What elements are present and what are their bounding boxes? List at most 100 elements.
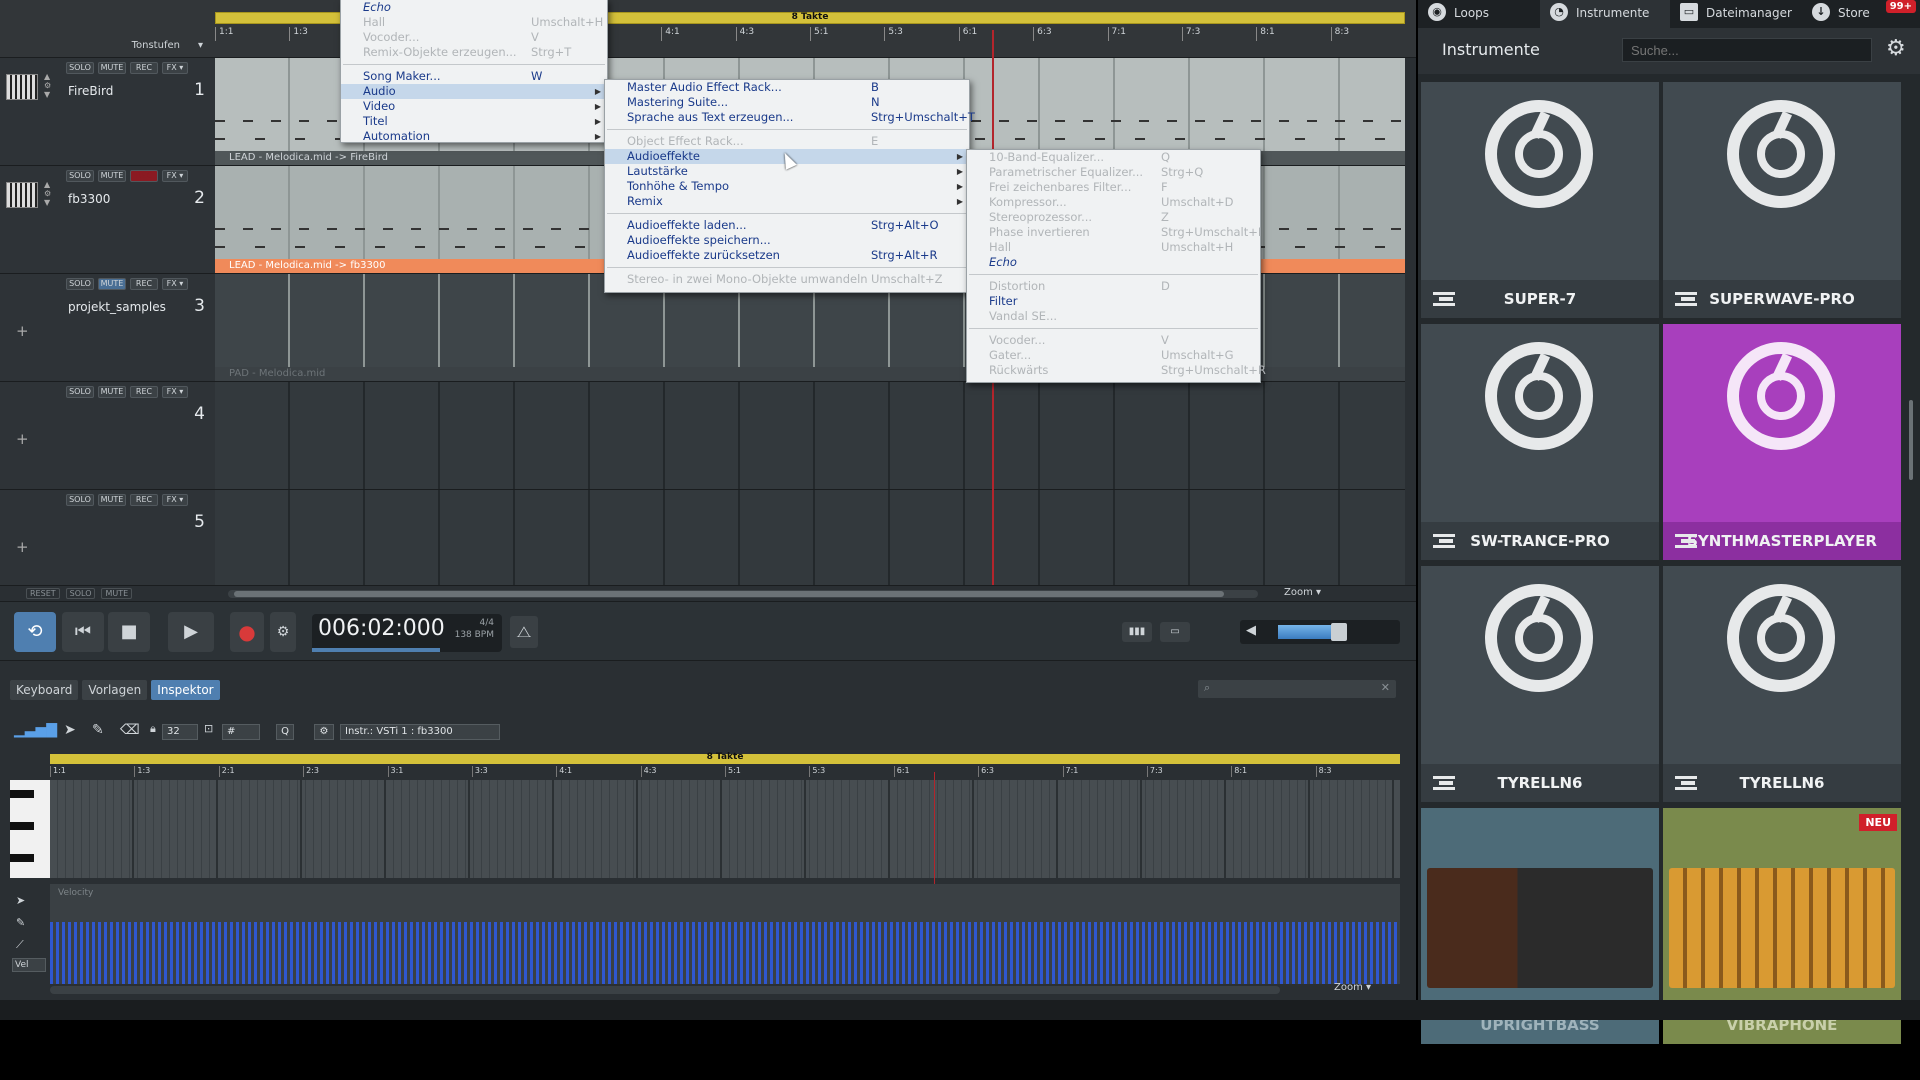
volume-handle[interactable] xyxy=(1330,623,1347,641)
menu-item[interactable]: Titel xyxy=(341,114,607,129)
menu-item[interactable]: Audio xyxy=(341,84,607,99)
editor-loop-range[interactable]: 8 Takte xyxy=(50,752,1400,764)
velocity-lane[interactable]: Velocity xyxy=(50,884,1400,984)
instrument-search-input[interactable] xyxy=(1622,38,1872,62)
rec-button[interactable]: REC xyxy=(130,494,158,506)
menu-item[interactable]: Audioeffekte speichern... xyxy=(605,233,969,248)
mute-button[interactable]: MUTE xyxy=(98,386,126,398)
instrument-tile[interactable]: SW-TRANCE-PRO xyxy=(1421,324,1659,560)
transport-settings-button[interactable]: ⚙ xyxy=(270,612,296,652)
instrument-tile[interactable]: SUPER-7 xyxy=(1421,82,1659,318)
gear-icon[interactable]: ⚙ xyxy=(1886,36,1906,61)
view-mixer-button[interactable]: ▮▮▮ xyxy=(1122,622,1152,642)
add-icon[interactable]: + xyxy=(16,538,29,556)
menu-item[interactable]: Master Audio Effect Rack... B xyxy=(605,80,969,95)
editor-settings-button[interactable]: ⚙ xyxy=(314,724,334,740)
controller-select[interactable]: Vel xyxy=(12,958,46,972)
tab-inspektor[interactable]: Inspektor xyxy=(151,680,220,700)
solo-button[interactable]: SOLO xyxy=(66,62,94,74)
tab-vorlagen[interactable]: Vorlagen xyxy=(82,680,148,700)
tonstufen-select[interactable]: Tonstufen xyxy=(0,36,215,56)
metronome-button[interactable]: ⧍ xyxy=(510,616,538,648)
tab-store[interactable]: ↓ Store xyxy=(1802,0,1892,28)
track-options-icon[interactable]: ▲ ⚙ ▼ xyxy=(44,72,51,99)
eraser-tool-icon[interactable]: ⌫ xyxy=(120,722,140,738)
fx-button[interactable]: FX ▾ xyxy=(162,170,188,182)
menu-item[interactable]: Echo xyxy=(967,255,1260,270)
mute-button[interactable]: MUTE xyxy=(98,170,126,182)
tab-loops[interactable]: ◉ Loops xyxy=(1418,0,1540,28)
instrument-tile[interactable]: TYRELLN6 xyxy=(1663,566,1901,802)
rec-button[interactable]: REC xyxy=(130,62,158,74)
waveform-icon[interactable]: ▁▃▅▇ xyxy=(14,722,57,738)
clear-icon[interactable]: ✕ xyxy=(1381,681,1390,694)
tab-keyboard[interactable]: Keyboard xyxy=(10,680,79,700)
view-keyboard-button[interactable]: ▭ xyxy=(1160,622,1190,642)
menu-item[interactable]: Remix xyxy=(605,194,969,209)
instrument-tile[interactable]: TYRELLN6 xyxy=(1421,566,1659,802)
pointer-icon[interactable]: ➤ xyxy=(16,890,25,912)
mute-button[interactable]: MUTE xyxy=(98,62,126,74)
velocity-bars[interactable] xyxy=(50,922,1400,984)
mute-all-button[interactable]: MUTE xyxy=(101,588,133,599)
menu-item[interactable]: Automation xyxy=(341,129,607,144)
rec-button[interactable]: REC xyxy=(130,278,158,290)
pencil-icon[interactable]: ✎ xyxy=(16,912,25,934)
solo-button[interactable]: SOLO xyxy=(66,170,94,182)
menu-item[interactable]: Tonhöhe & Tempo xyxy=(605,179,969,194)
track-header[interactable]: SOLO MUTE REC FX ▾ ▲ ⚙ ▼ fb3300 2 xyxy=(0,166,215,274)
rewind-button[interactable]: ⏮ xyxy=(62,612,104,652)
mute-button[interactable]: MUTE xyxy=(98,278,126,290)
pointer-tool-icon[interactable]: ➤ xyxy=(64,722,76,738)
track-options-icon[interactable]: ▲ ⚙ ▼ xyxy=(44,180,51,207)
menu-item[interactable]: Video xyxy=(341,99,607,114)
menu-item[interactable]: Sprache aus Text erzeugen... Strg+Umschal… xyxy=(605,110,975,125)
master-volume-slider[interactable]: ◀ xyxy=(1240,620,1400,644)
piano-roll-grid[interactable] xyxy=(50,780,1400,878)
editor-horizontal-scrollbar[interactable] xyxy=(50,986,1280,994)
track-lane[interactable] xyxy=(215,382,1405,490)
solo-all-button[interactable]: SOLO xyxy=(65,588,96,599)
track-lane[interactable] xyxy=(215,490,1405,598)
quantize-button[interactable]: Q xyxy=(276,724,294,740)
track-header[interactable]: SOLO MUTE REC FX ▾ ▲ ⚙ ▼ FireBird 1 xyxy=(0,58,215,166)
instrument-select[interactable]: Instr.: VSTi 1 : fb3300 xyxy=(340,724,500,740)
editor-playhead[interactable] xyxy=(934,772,935,896)
panel-scrollbar[interactable] xyxy=(1909,400,1913,480)
menu-item[interactable]: Song Maker... W xyxy=(341,69,607,84)
menu-item[interactable]: Echo xyxy=(341,0,607,15)
track-name[interactable]: fb3300 xyxy=(68,192,110,206)
black-key[interactable] xyxy=(10,822,34,830)
tab-instrumente[interactable]: ◔ Instrumente xyxy=(1540,0,1670,28)
fx-button[interactable]: FX ▾ xyxy=(162,278,188,290)
solo-button[interactable]: SOLO xyxy=(66,494,94,506)
scrollbar-thumb[interactable] xyxy=(234,591,1224,597)
solo-button[interactable]: SOLO xyxy=(66,386,94,398)
track-name[interactable]: projekt_samples xyxy=(68,300,166,314)
reset-button[interactable]: RESET xyxy=(26,588,60,599)
instrument-tile[interactable]: SUPERWAVE-PRO xyxy=(1663,82,1901,318)
grid-select[interactable]: # xyxy=(222,724,260,740)
mute-button[interactable]: MUTE xyxy=(98,494,126,506)
instrument-tile[interactable]: SYNTHMASTERPLAYER xyxy=(1663,324,1901,560)
track-header[interactable]: SOLO MUTE REC FX ▾ +5 xyxy=(0,490,215,598)
line-tool-icon[interactable]: ⟋ xyxy=(16,934,25,956)
menu-item[interactable]: Mastering Suite... N xyxy=(605,95,969,110)
rec-button[interactable]: REC xyxy=(130,386,158,398)
time-display[interactable]: 006:02:000 4/4 138 BPM xyxy=(312,614,502,652)
piano-keyboard[interactable] xyxy=(10,780,50,878)
play-button[interactable]: ▶ xyxy=(168,612,214,652)
menu-item[interactable]: Audioeffekte laden... Strg+Alt+O xyxy=(605,218,969,233)
track-header[interactable]: SOLO MUTE REC FX ▾ +4 xyxy=(0,382,215,490)
menu-item[interactable]: Filter xyxy=(967,294,1260,309)
rec-button[interactable]: REC xyxy=(130,170,158,182)
arranger-horizontal-scrollbar[interactable] xyxy=(228,590,1258,598)
menu-item[interactable]: Audioeffekte zurücksetzen Strg+Alt+R xyxy=(605,248,969,263)
pencil-tool-icon[interactable]: ✎ xyxy=(92,722,104,738)
black-key[interactable] xyxy=(10,790,34,798)
record-button[interactable]: ● xyxy=(230,612,264,652)
fx-button[interactable]: FX ▾ xyxy=(162,386,188,398)
editor-zoom-select[interactable]: Zoom ▾ xyxy=(1334,982,1371,993)
solo-button[interactable]: SOLO xyxy=(66,278,94,290)
black-key[interactable] xyxy=(10,854,34,862)
